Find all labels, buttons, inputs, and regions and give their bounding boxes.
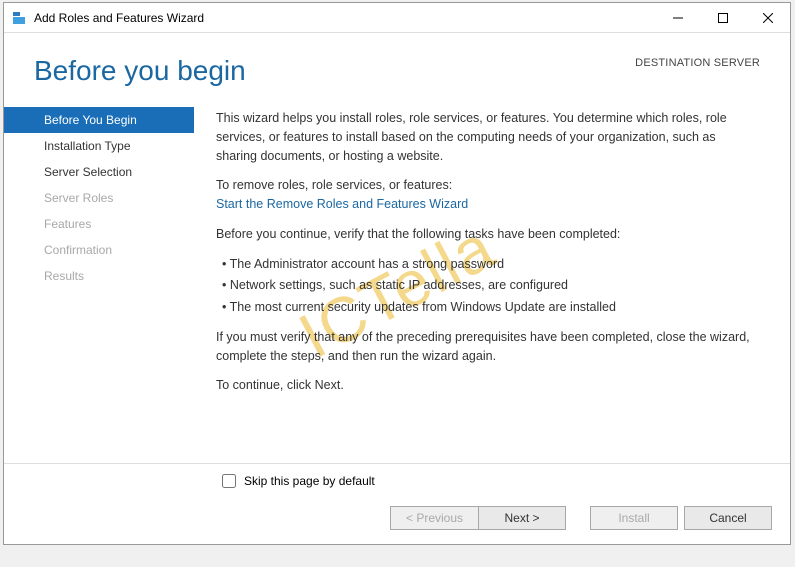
prerequisite-item: The most current security updates from W…	[222, 298, 760, 317]
sidebar: Before You Begin Installation Type Serve…	[4, 105, 194, 463]
prerequisite-item: The Administrator account has a strong p…	[222, 255, 760, 274]
page-title: Before you begin	[34, 55, 246, 87]
remove-roles-link[interactable]: Start the Remove Roles and Features Wiza…	[216, 197, 468, 211]
destination-server-label: DESTINATION SERVER	[635, 57, 760, 69]
sidebar-item-features: Features	[4, 211, 194, 237]
wizard-window: Add Roles and Features Wizard Before you…	[3, 2, 791, 545]
remove-label: To remove roles, role services, or featu…	[216, 178, 452, 192]
sidebar-item-installation-type[interactable]: Installation Type	[4, 133, 194, 159]
previous-button: < Previous	[390, 506, 478, 530]
prerequisite-list: The Administrator account has a strong p…	[222, 255, 760, 317]
cancel-button[interactable]: Cancel	[684, 506, 772, 530]
close-button[interactable]	[745, 3, 790, 33]
window-controls	[655, 3, 790, 33]
next-button[interactable]: Next >	[478, 506, 566, 530]
continue-note: To continue, click Next.	[216, 376, 760, 395]
content: This wizard helps you install roles, rol…	[194, 105, 780, 463]
destination-server-value	[635, 69, 760, 83]
sidebar-item-results: Results	[4, 263, 194, 289]
app-icon	[12, 10, 28, 26]
button-row: < Previous Next > Install Cancel	[22, 506, 772, 530]
window-title: Add Roles and Features Wizard	[34, 11, 655, 25]
skip-checkbox[interactable]	[222, 474, 236, 488]
body: ICTella Before You Begin Installation Ty…	[4, 105, 790, 463]
sidebar-item-confirmation: Confirmation	[4, 237, 194, 263]
titlebar: Add Roles and Features Wizard	[4, 3, 790, 33]
verify-note: If you must verify that any of the prece…	[216, 328, 760, 366]
skip-row: Skip this page by default	[22, 474, 772, 488]
sidebar-item-server-selection[interactable]: Server Selection	[4, 159, 194, 185]
skip-label: Skip this page by default	[244, 474, 375, 488]
prerequisite-item: Network settings, such as static IP addr…	[222, 276, 760, 295]
sidebar-item-server-roles: Server Roles	[4, 185, 194, 211]
minimize-button[interactable]	[655, 3, 700, 33]
verify-intro: Before you continue, verify that the fol…	[216, 225, 760, 244]
install-button: Install	[590, 506, 678, 530]
header: Before you begin DESTINATION SERVER	[4, 33, 790, 105]
maximize-button[interactable]	[700, 3, 745, 33]
intro-text: This wizard helps you install roles, rol…	[216, 109, 760, 165]
destination-server-block: DESTINATION SERVER	[635, 57, 760, 83]
footer: Skip this page by default < Previous Nex…	[4, 463, 790, 544]
sidebar-item-before-you-begin[interactable]: Before You Begin	[4, 107, 194, 133]
